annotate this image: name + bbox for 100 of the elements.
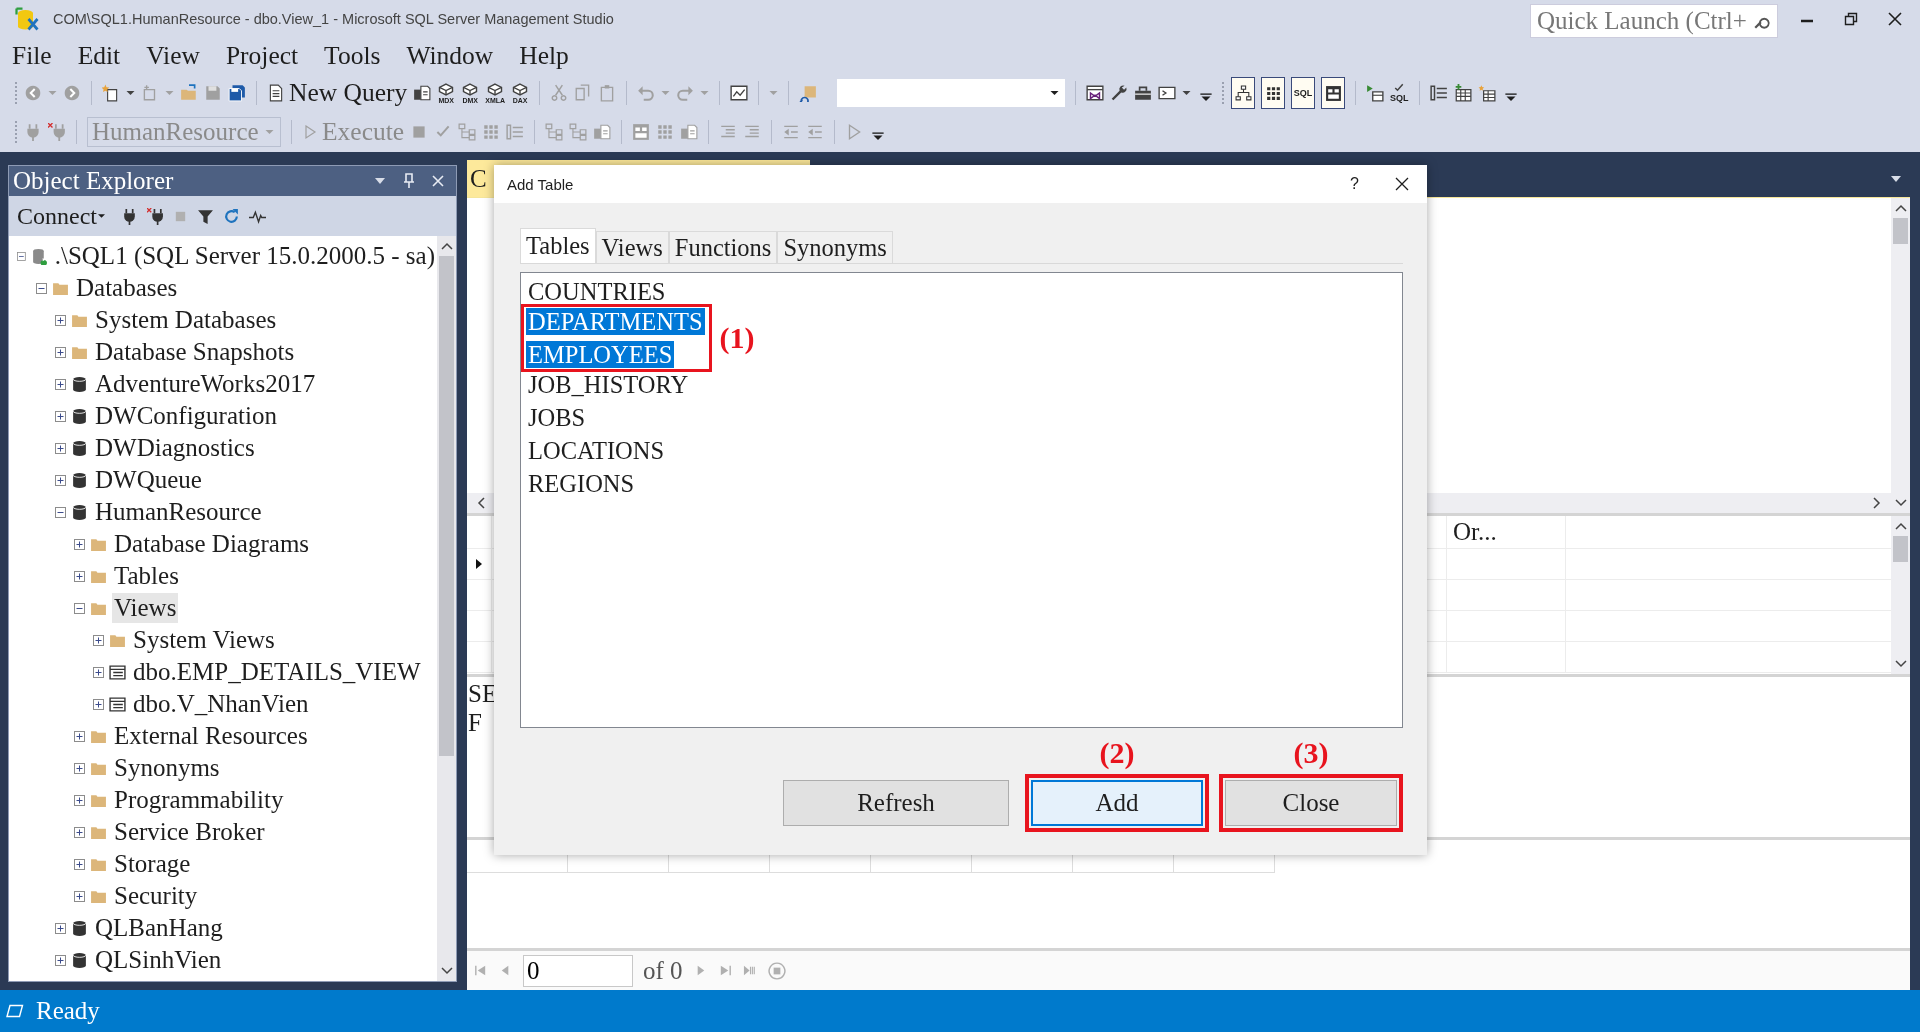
collapse-icon[interactable] <box>74 602 85 614</box>
list-item[interactable]: JOB_HISTORY <box>526 371 691 398</box>
tree-item[interactable]: DWQueue <box>93 465 204 495</box>
tab[interactable]: Tables <box>520 228 596 263</box>
scroll-up-icon[interactable] <box>1894 522 1907 530</box>
menu-item[interactable]: View <box>146 41 200 71</box>
tree-item[interactable]: Views <box>112 593 179 623</box>
record-field[interactable]: 0 <box>523 954 633 987</box>
menu-item[interactable]: Help <box>519 41 569 71</box>
results-icon[interactable] <box>632 123 651 141</box>
dialog-button[interactable]: Close <box>1225 780 1397 826</box>
expand-icon[interactable] <box>55 410 66 422</box>
scroll-up-icon[interactable] <box>440 242 453 250</box>
list-item[interactable]: JOBS <box>526 404 588 431</box>
close-icon[interactable] <box>1395 177 1409 191</box>
expand-icon[interactable] <box>55 314 66 326</box>
tree-item[interactable]: Service Broker <box>112 817 267 847</box>
expand-icon[interactable] <box>93 634 104 646</box>
dropdown-icon[interactable] <box>374 177 386 185</box>
back-icon[interactable] <box>24 84 42 102</box>
tab[interactable]: Functions <box>668 231 778 263</box>
pane-toggle-button[interactable] <box>1321 77 1346 109</box>
scrollbar[interactable] <box>1891 198 1910 513</box>
list-item[interactable]: EMPLOYEES <box>526 341 675 368</box>
refresh-icon[interactable] <box>223 207 240 225</box>
dialog-button[interactable]: Refresh <box>783 780 1009 826</box>
scroll-down-icon[interactable] <box>1894 499 1907 507</box>
wrench-icon[interactable] <box>1110 84 1129 102</box>
tree-item[interactable]: Synonyms <box>112 753 222 783</box>
expand-icon[interactable] <box>93 666 104 678</box>
tree-item[interactable]: Database Diagrams <box>112 529 312 559</box>
window-icon[interactable] <box>1086 84 1105 102</box>
find-icon[interactable] <box>799 84 818 102</box>
help-button[interactable]: ? <box>1350 175 1359 193</box>
list-item[interactable]: COUNTRIES <box>526 278 668 305</box>
toolbox-icon[interactable] <box>1134 84 1153 102</box>
expand-icon[interactable] <box>93 698 104 710</box>
expand-icon[interactable] <box>74 538 85 550</box>
new-table-icon[interactable] <box>1477 84 1496 102</box>
expand-icon[interactable] <box>74 890 85 902</box>
tree-item[interactable]: QLSinhVien <box>93 945 224 975</box>
filter-icon[interactable] <box>197 207 214 225</box>
tree-item[interactable]: System Views <box>131 625 277 655</box>
plug-icon[interactable] <box>121 207 138 225</box>
activity-icon[interactable] <box>249 207 266 225</box>
disconnect-icon[interactable] <box>147 207 164 225</box>
run-icon[interactable] <box>1366 84 1385 102</box>
list-item[interactable]: DEPARTMENTS <box>526 308 705 335</box>
tree-item[interactable]: dbo.V_NhanVien <box>131 689 311 719</box>
expand-icon[interactable] <box>55 378 66 390</box>
dialog-button[interactable]: Add <box>1031 780 1203 826</box>
list-icon[interactable] <box>1429 84 1448 102</box>
expand-icon[interactable] <box>55 954 66 966</box>
scroll-thumb[interactable] <box>439 256 454 756</box>
menu-item[interactable]: Tools <box>324 41 381 71</box>
tree-item[interactable]: Tables <box>112 561 181 591</box>
tree-item[interactable]: System Databases <box>93 305 279 335</box>
menu-item[interactable]: Edit <box>77 41 121 71</box>
chart-icon[interactable] <box>730 84 749 102</box>
tab[interactable]: Synonyms <box>777 231 893 263</box>
scrollbar[interactable] <box>1891 516 1910 674</box>
expand-icon[interactable] <box>74 570 85 582</box>
tree-item[interactable]: dbo.EMP_DETAILS_VIEW <box>131 657 423 687</box>
scroll-down-icon[interactable] <box>440 967 453 975</box>
tree-item[interactable]: HumanResource <box>93 497 264 527</box>
verify-sql-button[interactable]: SQL <box>1390 83 1409 103</box>
database-query-icon[interactable] <box>413 84 432 102</box>
expand-icon[interactable] <box>55 474 66 486</box>
expand-icon[interactable] <box>74 730 85 742</box>
scroll-down-icon[interactable] <box>1894 660 1907 668</box>
scroll-right-icon[interactable] <box>1873 497 1881 509</box>
add-table-icon[interactable] <box>1453 84 1472 102</box>
tree-item[interactable]: AdventureWorks2017 <box>93 369 318 399</box>
expand-icon[interactable] <box>74 762 85 774</box>
menu-item[interactable]: Window <box>406 41 494 71</box>
collapse-icon[interactable] <box>17 250 26 262</box>
tree-item[interactable]: Storage <box>112 849 193 879</box>
new-project-icon[interactable] <box>102 84 120 102</box>
pane-toggle-button[interactable] <box>1231 77 1256 109</box>
forward-icon[interactable] <box>63 84 81 102</box>
dropdown-icon[interactable] <box>1890 174 1902 183</box>
expand-icon[interactable] <box>74 858 85 870</box>
tree-item[interactable]: DWDiagnostics <box>93 433 257 463</box>
collapse-icon[interactable] <box>55 506 66 518</box>
connect-button[interactable]: Connect <box>17 202 106 230</box>
pane-toggle-button[interactable]: SQL <box>1291 77 1316 109</box>
list-item[interactable]: LOCATIONS <box>526 437 667 464</box>
scroll-thumb[interactable] <box>1893 218 1908 244</box>
restore-icon[interactable] <box>1844 12 1858 26</box>
save-all-icon[interactable] <box>228 84 246 102</box>
tree-item[interactable]: External Resources <box>112 721 310 751</box>
scroll-up-icon[interactable] <box>1894 204 1907 212</box>
pane-toggle-button[interactable] <box>1261 77 1286 109</box>
collapse-icon[interactable] <box>36 282 47 294</box>
menu-item[interactable]: File <box>12 41 52 71</box>
list-item[interactable]: REGIONS <box>526 470 637 497</box>
console-icon[interactable] <box>1158 84 1177 102</box>
close-icon[interactable] <box>1888 12 1902 26</box>
expand-icon[interactable] <box>74 794 85 806</box>
new-query-button[interactable]: New Query <box>267 78 408 108</box>
